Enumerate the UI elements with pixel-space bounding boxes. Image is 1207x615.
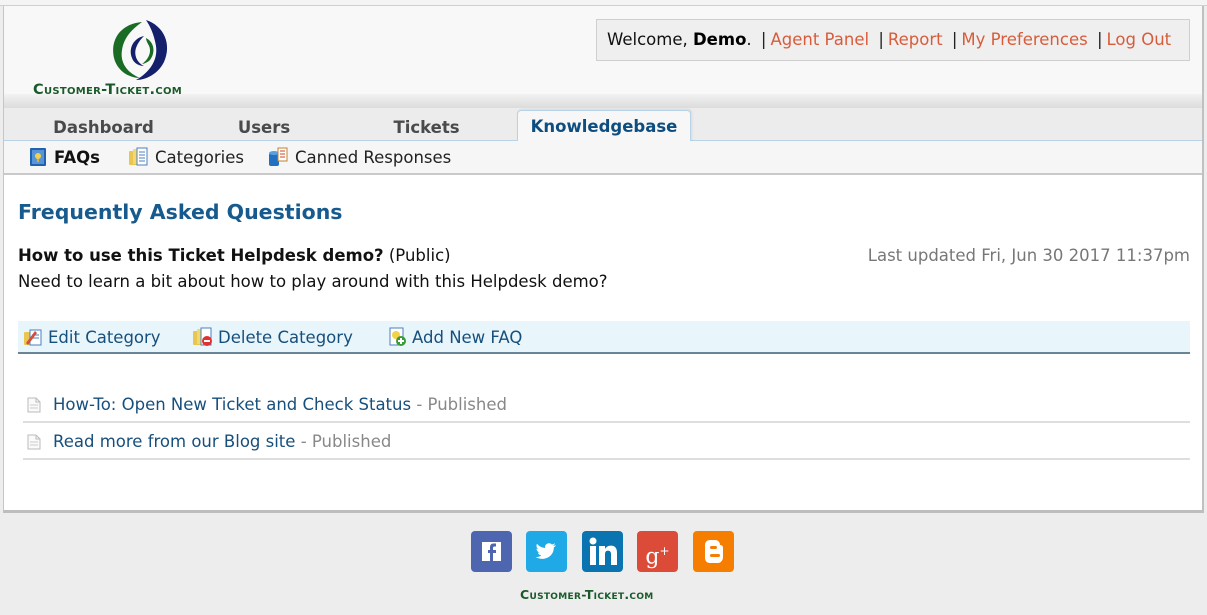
linkedin-icon[interactable] [582, 531, 623, 572]
last-updated: Last updated Fri, Jun 30 2017 11:37pm [867, 246, 1190, 265]
twitter-icon[interactable] [526, 531, 567, 572]
faq-link[interactable]: How-To: Open New Ticket and Check Status [53, 395, 411, 414]
username: Demo [692, 30, 747, 49]
delete-category-button[interactable]: Delete Category [192, 327, 353, 349]
blogger-icon[interactable] [693, 531, 734, 572]
header-divider [4, 94, 1202, 108]
footer-brand: Customer-Ticket.com [520, 587, 654, 602]
logo[interactable]: Customer-Ticket.com [29, 12, 259, 98]
delete-category-icon [193, 327, 212, 346]
subnav-faqs[interactable]: FAQs [28, 147, 100, 169]
my-preferences-link[interactable]: My Preferences [961, 30, 1087, 49]
faq-link[interactable]: Read more from our Blog site [53, 432, 295, 451]
add-new-faq-button[interactable]: Add New FAQ [388, 327, 522, 349]
categories-icon [129, 147, 148, 166]
logo-swirl-icon [113, 20, 168, 80]
report-link[interactable]: Report [888, 30, 943, 49]
page-frame: Customer-Ticket.com Welcome, Demo. | Agen… [3, 6, 1204, 513]
canned-responses-icon [269, 147, 288, 166]
faq-list-item: Read more from our Blog site - Published [23, 423, 1190, 460]
edit-category-button[interactable]: Edit Category [23, 327, 161, 349]
main-tabs: Dashboard Users Tickets Knowledgebase [4, 108, 1202, 142]
tab-tickets[interactable]: Tickets [374, 116, 479, 142]
edit-category-icon [24, 329, 42, 346]
faq-status: - Published [416, 395, 507, 414]
faq-status: - Published [300, 432, 392, 451]
tab-dashboard[interactable]: Dashboard [26, 116, 181, 142]
header: Customer-Ticket.com Welcome, Demo. | Agen… [4, 6, 1202, 99]
log-out-link[interactable]: Log Out [1107, 30, 1172, 49]
document-icon [27, 397, 41, 413]
faq-list-item: How-To: Open New Ticket and Check Status… [23, 386, 1190, 423]
agent-panel-link[interactable]: Agent Panel [770, 30, 869, 49]
facebook-icon[interactable] [471, 531, 512, 572]
user-menu: Welcome, Demo. | Agent Panel | Report | My … [596, 19, 1190, 61]
subnav-canned-responses[interactable]: Canned Responses [268, 147, 451, 169]
google-plus-icon[interactable]: g+ [637, 531, 678, 572]
sub-navigation: FAQs Categories Canned Responses [4, 141, 1202, 175]
category-actions: Edit Category Delete Category Add New FA… [18, 321, 1190, 354]
welcome-text: Welcome, [607, 30, 688, 49]
faq-book-icon [30, 148, 46, 166]
category-name: How to use this Ticket Helpdesk demo? [18, 246, 384, 265]
category-visibility: (Public) [388, 246, 451, 265]
tab-users[interactable]: Users [214, 116, 314, 142]
faq-list: How-To: Open New Ticket and Check Status… [23, 386, 1190, 460]
subnav-categories[interactable]: Categories [128, 147, 244, 169]
add-faq-icon [389, 327, 406, 346]
category-heading: How to use this Ticket Helpdesk demo? (P… [18, 246, 451, 265]
document-icon [27, 434, 41, 450]
page-title: Frequently Asked Questions [18, 200, 343, 224]
category-description: Need to learn a bit about how to play ar… [18, 272, 608, 291]
tab-knowledgebase[interactable]: Knowledgebase [517, 110, 691, 142]
